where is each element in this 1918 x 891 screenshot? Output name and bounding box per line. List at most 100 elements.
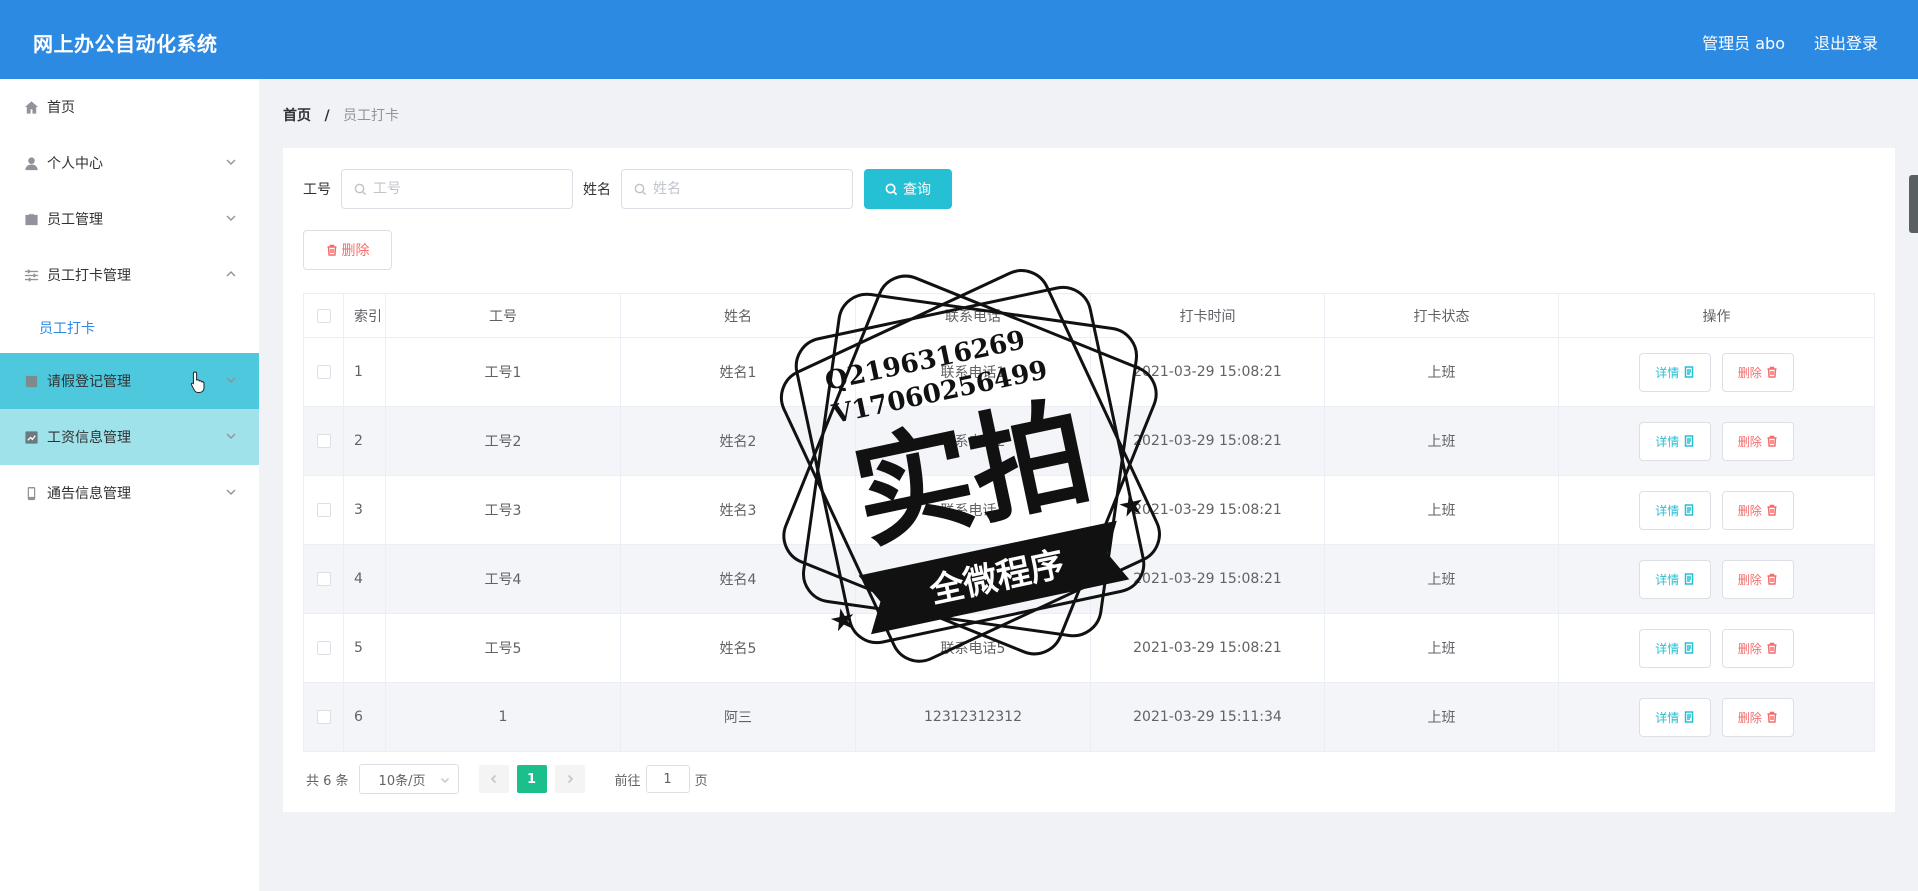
trash-icon: [1767, 711, 1777, 723]
sidebar-item-home[interactable]: 首页: [0, 79, 259, 135]
top-header: 网上办公自动化系统 管理员 abo 退出登录: [0, 0, 1918, 79]
query-button[interactable]: 查询: [864, 169, 952, 209]
row-select-cell: [303, 475, 344, 545]
cell-clock-time: 2021-03-29 15:11:34: [1090, 682, 1325, 752]
sidebar-item-leave[interactable]: 请假登记管理: [0, 353, 259, 409]
detail-button[interactable]: 详情: [1639, 421, 1712, 461]
delete-button-label: 删除: [1737, 572, 1762, 587]
search-icon: [634, 183, 647, 195]
delete-button[interactable]: 删除: [1721, 559, 1794, 599]
sidebar-item-employee[interactable]: 员工管理: [0, 191, 259, 247]
name-field[interactable]: [621, 169, 853, 209]
page-size-select[interactable]: 10条/页: [358, 764, 459, 794]
cell-actions: 详情 删除: [1558, 406, 1875, 476]
batch-delete-label: 删除: [341, 243, 370, 259]
sidebar-item-label: 请假登记管理: [47, 374, 131, 390]
sidebar-item-label: 工资信息管理: [47, 430, 131, 446]
page-size-value: 10条/页: [378, 773, 426, 789]
home-icon: [23, 99, 39, 115]
cell-job-number: 1: [385, 682, 621, 752]
page-jump-prefix: 前往: [614, 773, 641, 789]
job-number-label: 工号: [303, 182, 331, 198]
row-checkbox[interactable]: [316, 365, 331, 379]
cell-job-number: 工号2: [385, 406, 621, 476]
breadcrumb-separator: /: [324, 108, 330, 124]
trash-icon: [1767, 435, 1777, 447]
user-name[interactable]: 管理员 abo: [1702, 30, 1785, 54]
logout-link[interactable]: 退出登录: [1814, 30, 1878, 54]
chevron-down-icon: [440, 778, 449, 783]
side-widget-handle[interactable]: [1909, 175, 1918, 233]
cell-job-number: 工号1: [385, 337, 621, 407]
sidebar-item-label: 首页: [47, 100, 75, 116]
document-icon: [1685, 504, 1694, 516]
cell-index: 5: [343, 613, 386, 683]
delete-button[interactable]: 删除: [1721, 697, 1794, 737]
job-number-field[interactable]: [341, 169, 573, 209]
cell-index: 1: [343, 337, 386, 407]
breadcrumb: 首页 / 员工打卡: [283, 105, 399, 125]
breadcrumb-home[interactable]: 首页: [283, 108, 311, 124]
cell-clock-status: 上班: [1324, 406, 1559, 476]
job-number-input[interactable]: [373, 181, 553, 197]
delete-button-label: 删除: [1737, 503, 1762, 518]
sidebar-item-clock-in[interactable]: 员工打卡: [0, 303, 259, 353]
briefcase-icon: [23, 211, 39, 227]
document-icon: [23, 373, 39, 389]
detail-button-label: 详情: [1655, 641, 1680, 656]
column-header-job-number: 工号: [385, 293, 621, 338]
page-jump-input[interactable]: 1: [645, 765, 690, 793]
detail-button[interactable]: 详情: [1639, 490, 1712, 530]
watermark-stamp: Q2196316269 V17060256499 实拍 全微程序 ★ ★: [779, 269, 1161, 663]
batch-delete-button[interactable]: 删除: [303, 230, 392, 270]
name-input[interactable]: [653, 181, 833, 197]
cell-clock-status: 上班: [1324, 613, 1559, 683]
row-checkbox[interactable]: [316, 503, 331, 517]
sidebar-item-profile[interactable]: 个人中心: [0, 135, 259, 191]
sidebar: 首页 个人中心 员工管理 员工打卡管理 员工打卡 请假登记管理 工资信息管理 通…: [0, 79, 259, 891]
sidebar-item-clock-management[interactable]: 员工打卡管理: [0, 247, 259, 303]
delete-button[interactable]: 删除: [1721, 421, 1794, 461]
row-checkbox[interactable]: [316, 572, 331, 586]
row-select-cell: [303, 544, 344, 614]
detail-button[interactable]: 详情: [1639, 697, 1712, 737]
cell-clock-status: 上班: [1324, 682, 1559, 752]
page-number-current[interactable]: 1: [516, 765, 547, 793]
detail-button[interactable]: 详情: [1639, 628, 1712, 668]
page-jump-suffix: 页: [694, 773, 708, 789]
row-checkbox[interactable]: [316, 710, 331, 724]
chevron-down-icon: [225, 156, 237, 168]
pagination-total: 共 6 条: [306, 773, 349, 789]
page-jump: 前往 1 页: [615, 765, 708, 793]
pagination: 共 6 条 10条/页 1 前往 1 页: [306, 764, 708, 794]
row-checkbox[interactable]: [316, 434, 331, 448]
page-jump-value: 1: [663, 771, 672, 787]
name-label: 姓名: [583, 182, 611, 198]
next-page-button[interactable]: [554, 765, 585, 793]
delete-button-label: 删除: [1737, 641, 1762, 656]
cell-clock-status: 上班: [1324, 544, 1559, 614]
cell-actions: 详情 删除: [1558, 337, 1875, 407]
detail-button-label: 详情: [1655, 710, 1680, 725]
row-select-cell: [303, 613, 344, 683]
search-bar: 工号 姓名 查询: [303, 169, 952, 209]
delete-button[interactable]: 删除: [1721, 628, 1794, 668]
search-icon: [885, 183, 898, 195]
select-all-checkbox[interactable]: [316, 308, 331, 323]
sidebar-item-salary[interactable]: 工资信息管理: [0, 409, 259, 465]
sidebar-item-label: 员工管理: [47, 212, 103, 228]
detail-button[interactable]: 详情: [1639, 559, 1712, 599]
prev-page-button[interactable]: [478, 765, 509, 793]
detail-button[interactable]: 详情: [1639, 352, 1712, 392]
chevron-down-icon: [225, 430, 237, 442]
cell-job-number: 工号4: [385, 544, 621, 614]
row-checkbox[interactable]: [316, 641, 331, 655]
sidebar-item-notice[interactable]: 通告信息管理: [0, 465, 259, 521]
delete-button[interactable]: 删除: [1721, 490, 1794, 530]
cell-job-number: 工号5: [385, 613, 621, 683]
document-icon: [1685, 435, 1694, 447]
delete-button[interactable]: 删除: [1721, 352, 1794, 392]
chevron-right-icon: [567, 774, 573, 784]
chevron-down-icon: [225, 212, 237, 224]
sidebar-item-label: 员工打卡: [39, 321, 95, 337]
